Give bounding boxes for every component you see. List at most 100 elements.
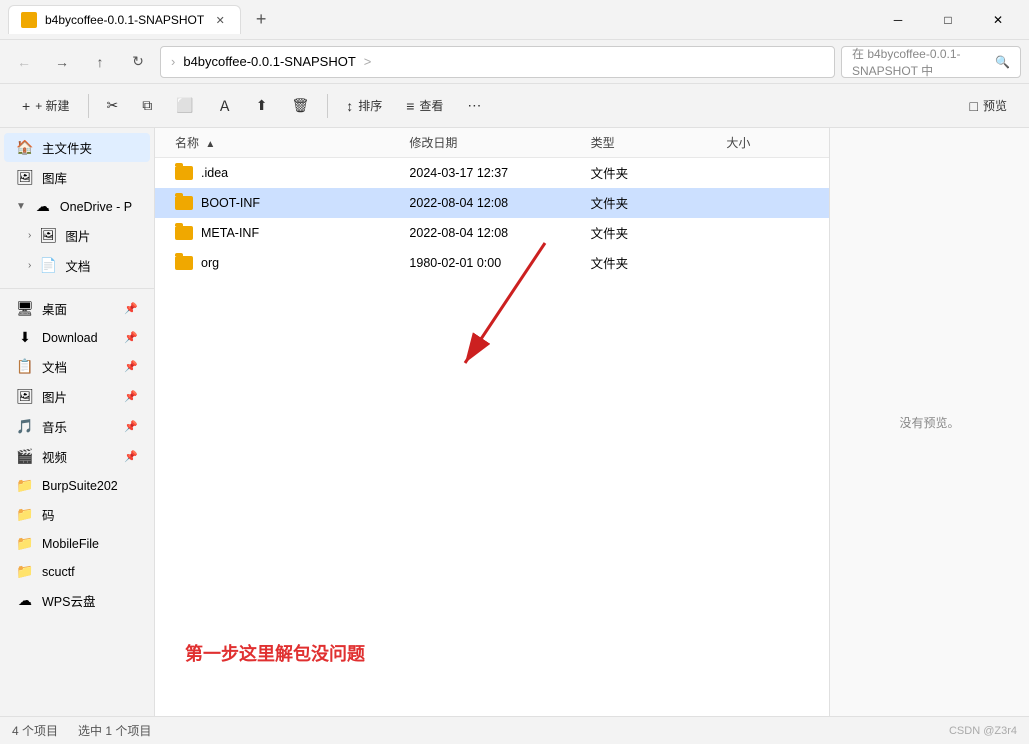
file-date-cell: 2022-08-04 12:08 — [409, 196, 590, 210]
videos-icon: 🎬 — [16, 448, 34, 465]
sidebar-item-label: 图片 — [65, 226, 90, 245]
active-tab[interactable]: b4bycoffee-0.0.1-SNAPSHOT ✕ — [8, 5, 241, 34]
close-button[interactable]: ✕ — [975, 0, 1021, 40]
folder-icon — [175, 166, 193, 180]
file-date-cell: 1980-02-01 0:00 — [409, 256, 590, 270]
sort-arrow: ▲ — [205, 139, 215, 150]
sidebar-item-wps[interactable]: ☁ WPS云盘 — [4, 586, 150, 615]
folder-icon — [175, 196, 193, 210]
path-arrow: > — [364, 54, 372, 69]
delete-button[interactable]: 🗑 — [281, 92, 319, 119]
view-button[interactable]: ≡ 查看 — [396, 92, 453, 119]
file-list-header: 名称 ▲ 修改日期 类型 大小 — [155, 128, 829, 158]
column-name[interactable]: 名称 ▲ — [167, 134, 409, 151]
sidebar-item-gallery[interactable]: 🖼 图库 — [4, 163, 150, 192]
gallery-icon: 🖼 — [16, 169, 34, 186]
tab-title: b4bycoffee-0.0.1-SNAPSHOT — [45, 13, 204, 27]
preview-label: 预览 — [983, 97, 1007, 114]
toolbar-divider-2 — [327, 94, 328, 118]
sidebar-item-scuctf[interactable]: 📁 scuctf — [4, 558, 150, 585]
sidebar-item-burpsuite[interactable]: 📁 BurpSuite202 — [4, 472, 150, 499]
sidebar-item-label: 码 — [42, 505, 55, 524]
file-date-cell: 2024-03-17 12:37 — [409, 166, 590, 180]
file-area: 名称 ▲ 修改日期 类型 大小 .idea 2024-03-17 12:37 文… — [155, 128, 829, 716]
maximize-button[interactable]: □ — [925, 0, 971, 40]
sidebar-item-label: BurpSuite202 — [42, 479, 118, 493]
preview-button[interactable]: □ 预览 — [960, 92, 1017, 119]
file-type-cell: 文件夹 — [591, 253, 727, 272]
ma-icon: 📁 — [16, 506, 34, 523]
more-button[interactable]: ⋯ — [457, 92, 491, 119]
refresh-button[interactable]: ↻ — [122, 46, 154, 78]
preview-icon: □ — [970, 98, 978, 114]
sidebar-item-desktop[interactable]: 🖥 桌面 📌 — [4, 294, 150, 323]
sidebar-item-label: MobileFile — [42, 537, 99, 551]
sidebar-item-documents2[interactable]: 📋 文档 📌 — [4, 352, 150, 381]
window-controls: ─ □ ✕ — [875, 0, 1021, 40]
sort-icon: ↕ — [346, 98, 353, 114]
sidebar-item-videos[interactable]: 🎬 视频 📌 — [4, 442, 150, 471]
onedrive-icon: ☁ — [34, 198, 52, 215]
pin-icon: 📌 — [124, 360, 138, 373]
sidebar-item-label: OneDrive - P — [60, 200, 132, 214]
sidebar-item-ma[interactable]: 📁 码 — [4, 500, 150, 529]
file-name-cell: META-INF — [167, 226, 409, 240]
rename-button[interactable]: Ａ — [208, 91, 242, 121]
sidebar-item-music[interactable]: 🎵 音乐 📌 — [4, 412, 150, 441]
pictures-icon: 🖼 — [39, 227, 57, 244]
table-row[interactable]: org 1980-02-01 0:00 文件夹 — [155, 248, 829, 278]
sidebar-item-documents[interactable]: › 📄 文档 — [4, 251, 150, 280]
mobilefile-icon: 📁 — [16, 535, 34, 552]
pin-icon: 📌 — [124, 420, 138, 433]
copy-button[interactable]: ⧉ — [132, 92, 162, 119]
sidebar-item-label: scuctf — [42, 565, 75, 579]
title-bar: b4bycoffee-0.0.1-SNAPSHOT ✕ + ─ □ ✕ — [0, 0, 1029, 40]
sidebar-item-label: 音乐 — [42, 417, 67, 436]
sidebar-item-downloads[interactable]: ⬇ Download 📌 — [4, 324, 150, 351]
sidebar-item-label: WPS云盘 — [42, 591, 95, 610]
rename-icon: Ａ — [218, 96, 232, 116]
sidebar-item-onedrive[interactable]: ▼ ☁ OneDrive - P — [4, 193, 150, 220]
cut-button[interactable]: ✂ — [97, 92, 129, 119]
sidebar: 🏠 主文件夹 🖼 图库 ▼ ☁ OneDrive - P › 🖼 图片 › 📄 … — [0, 128, 155, 716]
sidebar-item-pictures[interactable]: › 🖼 图片 — [4, 221, 150, 250]
search-box[interactable]: 在 b4bycoffee-0.0.1-SNAPSHOT 中 🔍 — [841, 46, 1021, 78]
table-row[interactable]: BOOT-INF 2022-08-04 12:08 文件夹 — [155, 188, 829, 218]
back-button[interactable]: ← — [8, 46, 40, 78]
column-size[interactable]: 大小 — [726, 134, 817, 151]
sidebar-item-label: 视频 — [42, 447, 67, 466]
file-name: org — [201, 256, 219, 270]
sidebar-item-pictures2[interactable]: 🖼 图片 📌 — [4, 382, 150, 411]
sidebar-item-label: Download — [42, 331, 98, 345]
new-button[interactable]: + + 新建 — [12, 92, 80, 119]
new-icon: + — [22, 98, 30, 114]
search-icon: 🔍 — [995, 55, 1010, 69]
column-type[interactable]: 类型 — [591, 134, 727, 151]
no-preview-text: 没有预览。 — [899, 414, 959, 431]
status-bar: 4 个项目 选中 1 个项目 CSDN @Z3r4 — [0, 716, 1029, 744]
file-name-cell: org — [167, 256, 409, 270]
pin-icon: 📌 — [124, 331, 138, 344]
scuctf-icon: 📁 — [16, 563, 34, 580]
table-row[interactable]: .idea 2024-03-17 12:37 文件夹 — [155, 158, 829, 188]
share-button[interactable]: ⬆ — [246, 92, 278, 119]
tab-close-button[interactable]: ✕ — [212, 12, 228, 28]
paste-button[interactable]: ⬜ — [166, 92, 203, 119]
sidebar-item-home[interactable]: 🏠 主文件夹 — [4, 133, 150, 162]
watermark: CSDN @Z3r4 — [949, 725, 1017, 737]
column-date[interactable]: 修改日期 — [409, 134, 590, 151]
sidebar-item-mobilefile[interactable]: 📁 MobileFile — [4, 530, 150, 557]
column-date-label: 修改日期 — [409, 136, 457, 150]
minimize-button[interactable]: ─ — [875, 0, 921, 40]
address-bar[interactable]: › b4bycoffee-0.0.1-SNAPSHOT > — [160, 46, 835, 78]
selected-count: 选中 1 个项目 — [78, 722, 151, 739]
sort-button[interactable]: ↕ 排序 — [336, 92, 392, 119]
new-tab-button[interactable]: + — [247, 6, 275, 34]
forward-button[interactable]: → — [46, 46, 78, 78]
file-name: .idea — [201, 166, 228, 180]
table-row[interactable]: META-INF 2022-08-04 12:08 文件夹 — [155, 218, 829, 248]
sidebar-item-label: 主文件夹 — [42, 138, 92, 157]
sidebar-item-label: 图库 — [42, 168, 67, 187]
folder-icon — [175, 256, 193, 270]
up-button[interactable]: ↑ — [84, 46, 116, 78]
